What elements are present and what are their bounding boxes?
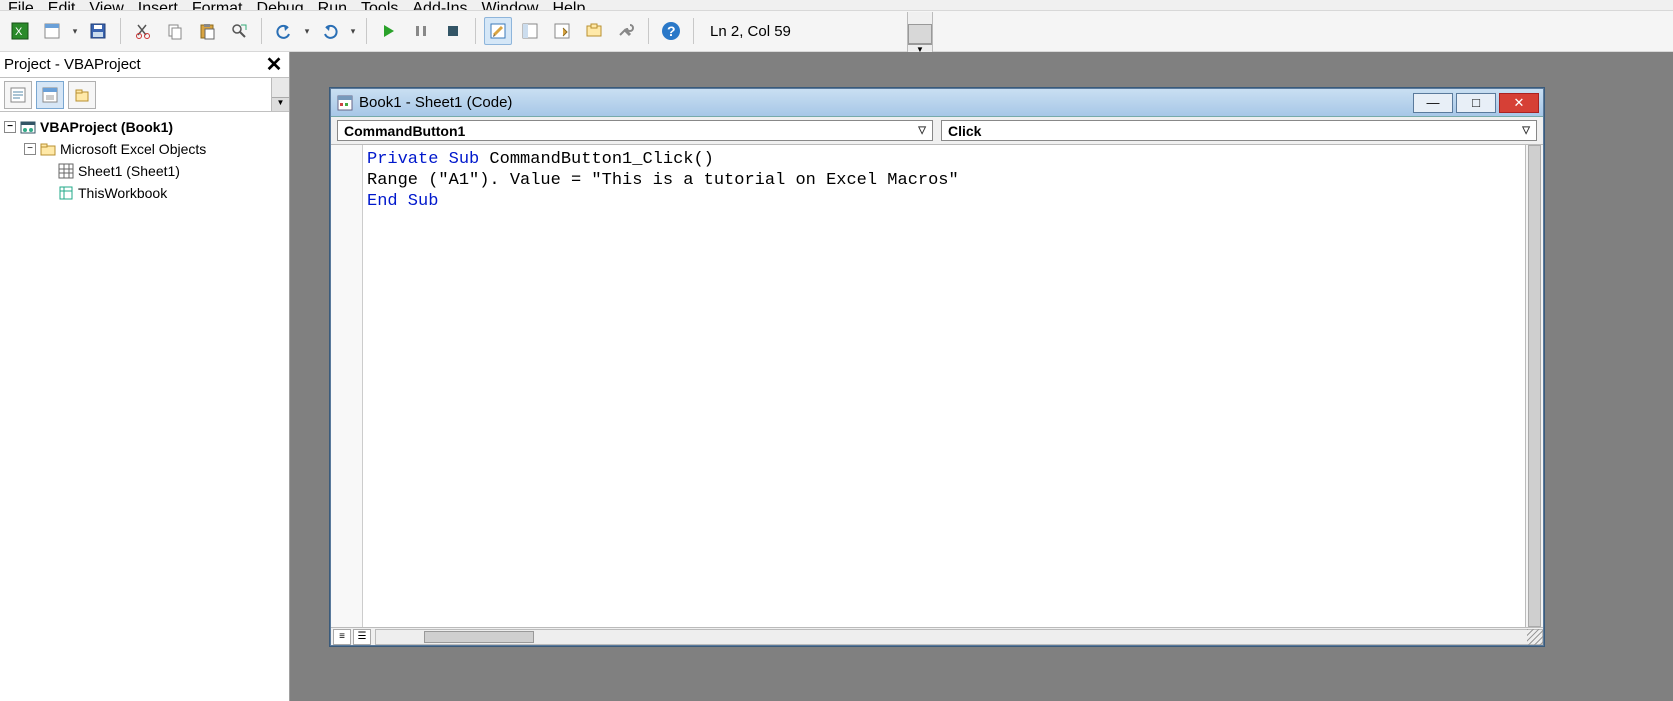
tree-sheet1-label: Sheet1 (Sheet1) — [78, 163, 180, 179]
undo-button[interactable] — [270, 17, 298, 45]
menu-window[interactable]: Window — [482, 0, 539, 10]
menu-edit[interactable]: Edit — [48, 0, 76, 10]
menu-run[interactable]: Run — [318, 0, 347, 10]
tree-sheet1[interactable]: Sheet1 (Sheet1) — [2, 160, 287, 182]
help-button[interactable]: ? — [657, 17, 685, 45]
cursor-position-text: Ln 2, Col 59 — [710, 23, 791, 40]
project-explorer-panel: Project - VBAProject ✕ ▼ − VBAProject (B… — [0, 52, 290, 701]
tree-root[interactable]: − VBAProject (Book1) — [2, 116, 287, 138]
workbook-icon — [58, 185, 74, 201]
pause-button[interactable] — [407, 17, 435, 45]
panel-toolbar-scroll[interactable]: ▼ — [271, 78, 289, 111]
vertical-scrollbar[interactable] — [1525, 145, 1543, 627]
code-editor[interactable]: Private Sub CommandButton1_Click() Range… — [363, 145, 1525, 627]
menu-bar: File Edit View Insert Format Debug Run T… — [0, 0, 1673, 10]
object-combo[interactable]: CommandButton1 ▽ — [337, 120, 933, 141]
toolbar-slider[interactable]: ▼ — [907, 12, 933, 54]
project-tree: − VBAProject (Book1) − Microsoft Excel O… — [0, 112, 289, 701]
worksheet-icon — [58, 163, 74, 179]
menu-help[interactable]: Help — [552, 0, 585, 10]
view-code-button[interactable] — [4, 81, 32, 109]
undo-dropdown[interactable]: ▾ — [302, 26, 312, 37]
toolbox-button[interactable] — [612, 17, 640, 45]
save-button[interactable] — [84, 17, 112, 45]
code-body: Private Sub CommandButton1_Click() Range… — [331, 145, 1543, 627]
resize-grip[interactable] — [1527, 629, 1543, 645]
menu-insert[interactable]: Insert — [138, 0, 178, 10]
horizontal-scrollbar[interactable] — [375, 629, 1543, 645]
paste-button[interactable] — [193, 17, 221, 45]
insert-module-button[interactable] — [38, 17, 66, 45]
menu-format[interactable]: Format — [192, 0, 243, 10]
copy-button[interactable] — [161, 17, 189, 45]
menu-tools[interactable]: Tools — [361, 0, 398, 10]
procedure-combo-value: Click — [948, 123, 981, 139]
tree-thisworkbook-label: ThisWorkbook — [78, 185, 167, 201]
close-button[interactable]: ✕ — [1499, 93, 1539, 113]
code-window: Book1 - Sheet1 (Code) — □ ✕ CommandButto… — [330, 88, 1544, 646]
tree-folder[interactable]: − Microsoft Excel Objects — [2, 138, 287, 160]
run-button[interactable] — [375, 17, 403, 45]
view-excel-button[interactable]: X — [6, 17, 34, 45]
project-explorer-toolbar: ▼ — [0, 78, 289, 112]
design-mode-button[interactable] — [484, 17, 512, 45]
tree-root-label: VBAProject (Book1) — [40, 119, 173, 135]
svg-text:?: ? — [667, 23, 676, 39]
properties-window-button[interactable] — [548, 17, 576, 45]
project-explorer-titlebar: Project - VBAProject ✕ — [0, 52, 289, 78]
redo-dropdown[interactable]: ▾ — [348, 26, 358, 37]
object-combo-value: CommandButton1 — [344, 123, 465, 139]
tree-folder-label: Microsoft Excel Objects — [60, 141, 206, 157]
procedure-combo[interactable]: Click ▽ — [941, 120, 1537, 141]
cut-button[interactable] — [129, 17, 157, 45]
code-gutter — [331, 145, 363, 627]
code-window-title: Book1 - Sheet1 (Code) — [359, 94, 512, 111]
vbaproject-icon — [20, 119, 36, 135]
menu-debug[interactable]: Debug — [257, 0, 304, 10]
procedure-view-button[interactable]: ≡ — [333, 629, 351, 645]
code-bottom-bar: ≡ ☰ — [331, 627, 1543, 645]
svg-text:X: X — [15, 26, 23, 38]
collapse-icon[interactable]: − — [4, 121, 16, 133]
full-module-view-button[interactable]: ☰ — [353, 629, 371, 645]
menu-addins[interactable]: Add-Ins — [412, 0, 467, 10]
project-explorer-button[interactable] — [516, 17, 544, 45]
chevron-down-icon: ▽ — [918, 125, 926, 136]
toggle-folders-button[interactable] — [68, 81, 96, 109]
tree-thisworkbook[interactable]: ThisWorkbook — [2, 182, 287, 204]
code-combo-row: CommandButton1 ▽ Click ▽ — [331, 117, 1543, 145]
find-button[interactable] — [225, 17, 253, 45]
maximize-button[interactable]: □ — [1456, 93, 1496, 113]
object-browser-button[interactable] — [580, 17, 608, 45]
minimize-button[interactable]: — — [1413, 93, 1453, 113]
project-explorer-title: Project - VBAProject — [4, 56, 141, 73]
chevron-down-icon: ▽ — [1522, 125, 1530, 136]
project-explorer-close-icon[interactable]: ✕ — [263, 54, 285, 76]
folder-icon — [40, 141, 56, 157]
stop-button[interactable] — [439, 17, 467, 45]
collapse-icon[interactable]: − — [24, 143, 36, 155]
mdi-client-area: Book1 - Sheet1 (Code) — □ ✕ CommandButto… — [290, 52, 1673, 701]
view-object-button[interactable] — [36, 81, 64, 109]
insert-dropdown[interactable]: ▾ — [70, 26, 80, 37]
standard-toolbar: X ▾ ▾ ▾ — [0, 10, 1673, 52]
menu-file[interactable]: File — [8, 0, 34, 10]
code-window-icon — [337, 95, 353, 111]
code-window-titlebar[interactable]: Book1 - Sheet1 (Code) — □ ✕ — [331, 89, 1543, 117]
menu-view[interactable]: View — [89, 0, 123, 10]
main-area: Project - VBAProject ✕ ▼ − VBAProject (B… — [0, 52, 1673, 701]
redo-button[interactable] — [316, 17, 344, 45]
